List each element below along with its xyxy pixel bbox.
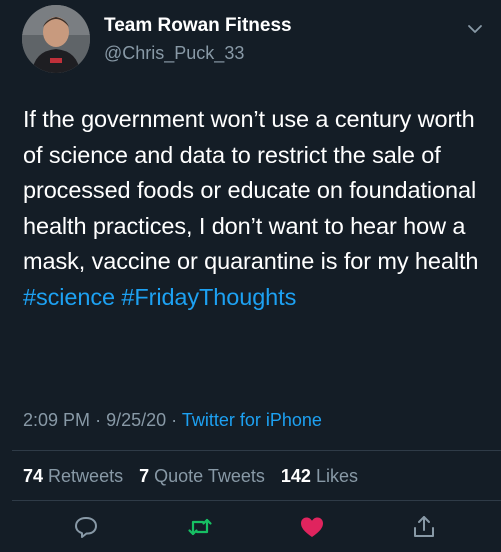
likes-label: Likes (315, 466, 358, 486)
hashtag-science[interactable]: #science (23, 284, 115, 310)
tweet-date[interactable]: 9/25/20 (106, 410, 166, 430)
likes-stat[interactable]: 142 Likes (281, 466, 358, 486)
author-display-name[interactable]: Team Rowan Fitness (104, 15, 292, 37)
retweets-label: Retweets (48, 466, 124, 486)
hashtag-fridaythoughts[interactable]: #FridayThoughts (121, 284, 296, 310)
tweet-text-body: If the government won’t use a century wo… (23, 106, 479, 274)
tweet-text: If the government won’t use a century wo… (23, 102, 493, 315)
meta-separator: · (171, 410, 178, 430)
tweet-source[interactable]: Twitter for iPhone (182, 410, 322, 430)
quote-tweets-stat[interactable]: 7 Quote Tweets (139, 466, 265, 486)
retweets-count: 74 (23, 466, 44, 486)
avatar[interactable] (22, 5, 90, 73)
author-handle[interactable]: @Chris_Puck_33 (104, 43, 244, 64)
quote-tweets-label: Quote Tweets (154, 466, 265, 486)
divider (12, 450, 501, 451)
chevron-down-icon[interactable] (466, 22, 484, 36)
action-bar (0, 513, 501, 547)
divider (12, 500, 501, 501)
meta-separator: · (95, 410, 102, 430)
tweet-time[interactable]: 2:09 PM (23, 410, 90, 430)
retweets-stat[interactable]: 74 Retweets (23, 466, 123, 486)
share-icon[interactable] (410, 513, 438, 541)
tweet-meta: 2:09 PM · 9/25/20 · Twitter for iPhone (23, 410, 322, 431)
reply-icon[interactable] (72, 513, 100, 541)
engagement-stats: 74 Retweets 7 Quote Tweets 142 Likes (23, 466, 369, 487)
quote-tweets-count: 7 (139, 466, 150, 486)
heart-icon[interactable] (298, 513, 326, 541)
tweet-card: Team Rowan Fitness @Chris_Puck_33 If the… (0, 0, 501, 552)
retweet-icon[interactable] (186, 513, 214, 541)
likes-count: 142 (280, 466, 311, 486)
